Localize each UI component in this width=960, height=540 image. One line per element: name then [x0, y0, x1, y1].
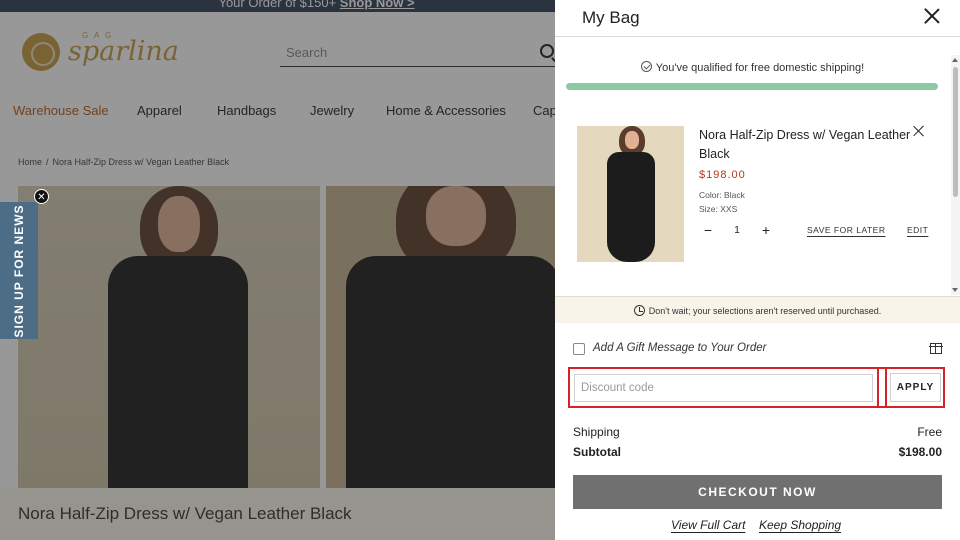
subtotal-value: $198.00	[898, 445, 942, 459]
gift-message-label[interactable]: Add A Gift Message to Your Order	[593, 342, 766, 354]
scroll-thumb[interactable]	[953, 67, 958, 197]
cart-item-name[interactable]: Nora Half-Zip Dress w/ Vegan Leather Bla…	[699, 126, 914, 164]
remove-item-icon[interactable]	[913, 125, 925, 137]
signup-close-icon[interactable]: ✕	[34, 189, 49, 204]
shipping-progress-fill	[566, 83, 938, 90]
gift-icon	[929, 343, 943, 354]
clock-icon	[633, 305, 645, 316]
quantity-value[interactable]: 1	[731, 225, 743, 236]
discount-highlight	[568, 367, 879, 408]
model-face	[625, 131, 639, 149]
shipping-label: Shipping	[573, 425, 620, 439]
cart-scrollbar[interactable]	[951, 55, 960, 295]
cart-item-color: Color: Black	[699, 190, 745, 200]
quantity-increase-button[interactable]: +	[759, 223, 773, 237]
reservation-notice-text: Don't wait; your selections aren't reser…	[648, 306, 882, 316]
shipping-progress-bar	[566, 83, 938, 90]
cart-item-image[interactable]	[577, 126, 684, 262]
shipping-value: Free	[917, 425, 942, 439]
apply-highlight: APPLY	[885, 367, 945, 408]
edit-item-link[interactable]: EDIT	[907, 225, 928, 235]
gift-message-checkbox[interactable]	[573, 343, 585, 355]
scroll-up-icon[interactable]	[952, 58, 958, 62]
quantity-decrease-button[interactable]: −	[701, 223, 715, 237]
cart-title: My Bag	[582, 8, 640, 27]
scroll-down-icon[interactable]	[952, 288, 958, 292]
view-full-cart-link[interactable]: View Full Cart	[671, 518, 745, 532]
cart-summary: Add A Gift Message to Your Order APPLY S…	[555, 323, 960, 540]
keep-shopping-link[interactable]: Keep Shopping	[759, 518, 841, 532]
save-for-later-link[interactable]: SAVE FOR LATER	[807, 225, 885, 235]
model-dress	[607, 152, 655, 262]
reservation-notice-text-wrap: Don't wait; your selections aren't reser…	[555, 305, 960, 316]
cart-item-size: Size: XXS	[699, 204, 738, 214]
cart-item-price: $198.00	[699, 169, 746, 181]
signup-label: SIGN UP FOR NEWS	[12, 203, 26, 338]
cart-header: My Bag	[555, 0, 960, 37]
checkout-button[interactable]: CHECKOUT NOW	[573, 475, 942, 509]
close-cart-icon[interactable]	[924, 8, 940, 24]
subtotal-label: Subtotal	[573, 445, 621, 459]
free-shipping-message: You've qualified for free domestic shipp…	[555, 61, 950, 74]
apply-discount-button[interactable]: APPLY	[890, 373, 941, 402]
modal-overlay[interactable]	[0, 0, 555, 540]
cart-drawer: My Bag You've qualified for free domesti…	[555, 0, 960, 540]
free-shipping-text: You've qualified for free domestic shipp…	[655, 62, 865, 74]
discount-code-input[interactable]	[574, 374, 873, 402]
signup-tab[interactable]: SIGN UP FOR NEWS	[0, 202, 38, 339]
reservation-notice: Don't wait; your selections aren't reser…	[555, 296, 960, 323]
check-circle-icon	[640, 61, 652, 72]
